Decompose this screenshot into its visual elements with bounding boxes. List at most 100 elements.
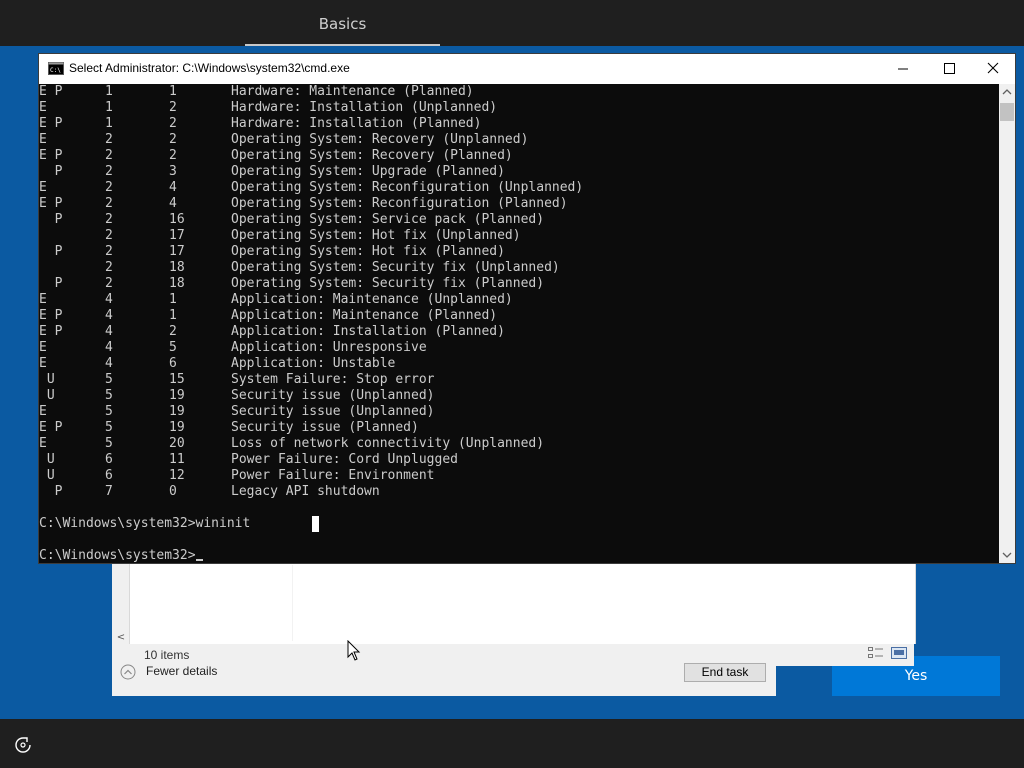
task-manager-status-bar [129, 644, 914, 666]
row-major-code: 2 [105, 212, 113, 227]
row-description: Power Failure: Environment [231, 468, 435, 483]
console-row: E P 4 2 Application: Installation (Planned) [39, 324, 999, 340]
row-major-code: 5 [105, 388, 113, 403]
console-row: E 4 5 Application: Unresponsive [39, 340, 999, 356]
row-major-code: 5 [105, 404, 113, 419]
row-description: Application: Unstable [231, 356, 396, 371]
row-description: Application: Installation (Planned) [231, 324, 505, 339]
oobe-bottom-bar [0, 719, 1024, 768]
console-row: E 2 4 Operating System: Reconfiguration (Un… [39, 180, 999, 196]
row-minor-code: 19 [169, 404, 185, 419]
row-minor-code: 2 [169, 116, 177, 131]
row-flags: E P [39, 84, 63, 99]
row-description: Operating System: Recovery (Unplanned) [231, 132, 529, 147]
column-divider [292, 565, 293, 641]
row-flags: P [39, 212, 63, 227]
row-major-code: 2 [105, 260, 113, 275]
row-major-code: 4 [105, 308, 113, 323]
scroll-down-arrow-icon[interactable] [999, 547, 1015, 563]
prompt-line[interactable]: C:\Windows\system32> [39, 548, 999, 563]
scroll-left-arrow-icon[interactable]: < [114, 630, 128, 646]
console-row: E 4 1 Application: Maintenance (Unplanned) [39, 292, 999, 308]
cmd-window[interactable]: C:\ Select Administrator: C:\Windows\sys… [38, 53, 1016, 564]
console-row: 2 17 Operating System: Hot fix (Unplanned) [39, 228, 999, 244]
row-minor-code: 11 [169, 452, 185, 467]
row-description: Application: Maintenance (Planned) [231, 308, 498, 323]
tab-basics[interactable]: Basics [245, 0, 440, 46]
row-flags: U [39, 468, 55, 483]
task-manager-process-list[interactable] [129, 563, 916, 644]
cmd-title-bar[interactable]: C:\ Select Administrator: C:\Windows\sys… [39, 54, 1015, 84]
row-flags: E P [39, 420, 63, 435]
row-minor-code: 12 [169, 468, 185, 483]
row-flags: E [39, 404, 47, 419]
row-flags: U [39, 452, 55, 467]
row-flags: P [39, 164, 63, 179]
console-row: E 1 2 Hardware: Installation (Unplanned) [39, 100, 999, 116]
row-major-code: 2 [105, 196, 113, 211]
close-icon[interactable] [970, 54, 1016, 84]
row-major-code: 5 [105, 372, 113, 387]
mouse-pointer-icon [347, 640, 361, 661]
vertical-scrollbar[interactable] [999, 84, 1015, 563]
console-row: P 7 0 Legacy API shutdown [39, 484, 999, 500]
console-row: E 5 20 Loss of network connectivity (Unplan… [39, 436, 999, 452]
ease-of-access-icon[interactable] [14, 736, 32, 754]
row-description: Operating System: Security fix (Unplanne… [231, 260, 560, 275]
chevron-up-circle-icon[interactable] [120, 664, 136, 680]
row-description: Hardware: Installation (Unplanned) [231, 100, 498, 115]
row-minor-code: 2 [169, 100, 177, 115]
row-minor-code: 1 [169, 308, 177, 323]
console-row: E P 5 19 Security issue (Planned) [39, 420, 999, 436]
row-description: Operating System: Recovery (Planned) [231, 148, 513, 163]
row-description: Operating System: Security fix (Planned) [231, 276, 545, 291]
console-row: E P 1 2 Hardware: Installation (Planned) [39, 116, 999, 132]
caret [195, 559, 203, 561]
row-minor-code: 4 [169, 180, 177, 195]
scrollbar-thumb[interactable] [1000, 103, 1014, 121]
row-major-code: 2 [105, 228, 113, 243]
details-view-icon[interactable] [868, 647, 884, 659]
row-major-code: 2 [105, 164, 113, 179]
console-output[interactable]: E P 1 1 Hardware: Maintenance (Planned) E 1 2 H… [39, 84, 999, 563]
row-description: Loss of network connectivity (Unplanned) [231, 436, 545, 451]
row-major-code: 1 [105, 84, 113, 99]
row-flags: U [39, 388, 55, 403]
row-major-code: 4 [105, 340, 113, 355]
row-major-code: 2 [105, 148, 113, 163]
row-flags: E [39, 340, 47, 355]
row-description: Operating System: Upgrade (Planned) [231, 164, 505, 179]
row-major-code: 2 [105, 244, 113, 259]
row-minor-code: 3 [169, 164, 177, 179]
row-flags: P [39, 276, 63, 291]
row-major-code: 5 [105, 436, 113, 451]
row-minor-code: 0 [169, 484, 177, 499]
row-description: Hardware: Installation (Planned) [231, 116, 482, 131]
console-row: U 5 19 Security issue (Unplanned) [39, 388, 999, 404]
row-minor-code: 18 [169, 276, 185, 291]
end-task-button[interactable]: End task [684, 663, 766, 682]
row-description: Security issue (Planned) [231, 420, 419, 435]
row-major-code: 2 [105, 132, 113, 147]
oobe-top-bar: Basics [0, 0, 1024, 46]
maximize-icon[interactable] [926, 54, 972, 84]
console-row: E 5 19 Security issue (Unplanned) [39, 404, 999, 420]
minimize-icon[interactable] [880, 54, 926, 84]
fewer-details-link[interactable]: Fewer details [146, 664, 217, 678]
row-flags: E P [39, 196, 63, 211]
row-minor-code: 16 [169, 212, 185, 227]
console-row: U 6 11 Power Failure: Cord Unplugged [39, 452, 999, 468]
console-text: E P 1 1 Hardware: Maintenance (Planned) E 1 2 H… [39, 84, 999, 563]
row-minor-code: 17 [169, 228, 185, 243]
row-description: Legacy API shutdown [231, 484, 380, 499]
row-description: System Failure: Stop error [231, 372, 435, 387]
row-description: Operating System: Hot fix (Planned) [231, 244, 505, 259]
row-minor-code: 5 [169, 340, 177, 355]
row-description: Hardware: Maintenance (Planned) [231, 84, 474, 99]
tiles-view-icon[interactable] [891, 647, 907, 659]
scroll-up-arrow-icon[interactable] [999, 84, 1015, 100]
row-major-code: 4 [105, 324, 113, 339]
row-major-code: 4 [105, 356, 113, 371]
